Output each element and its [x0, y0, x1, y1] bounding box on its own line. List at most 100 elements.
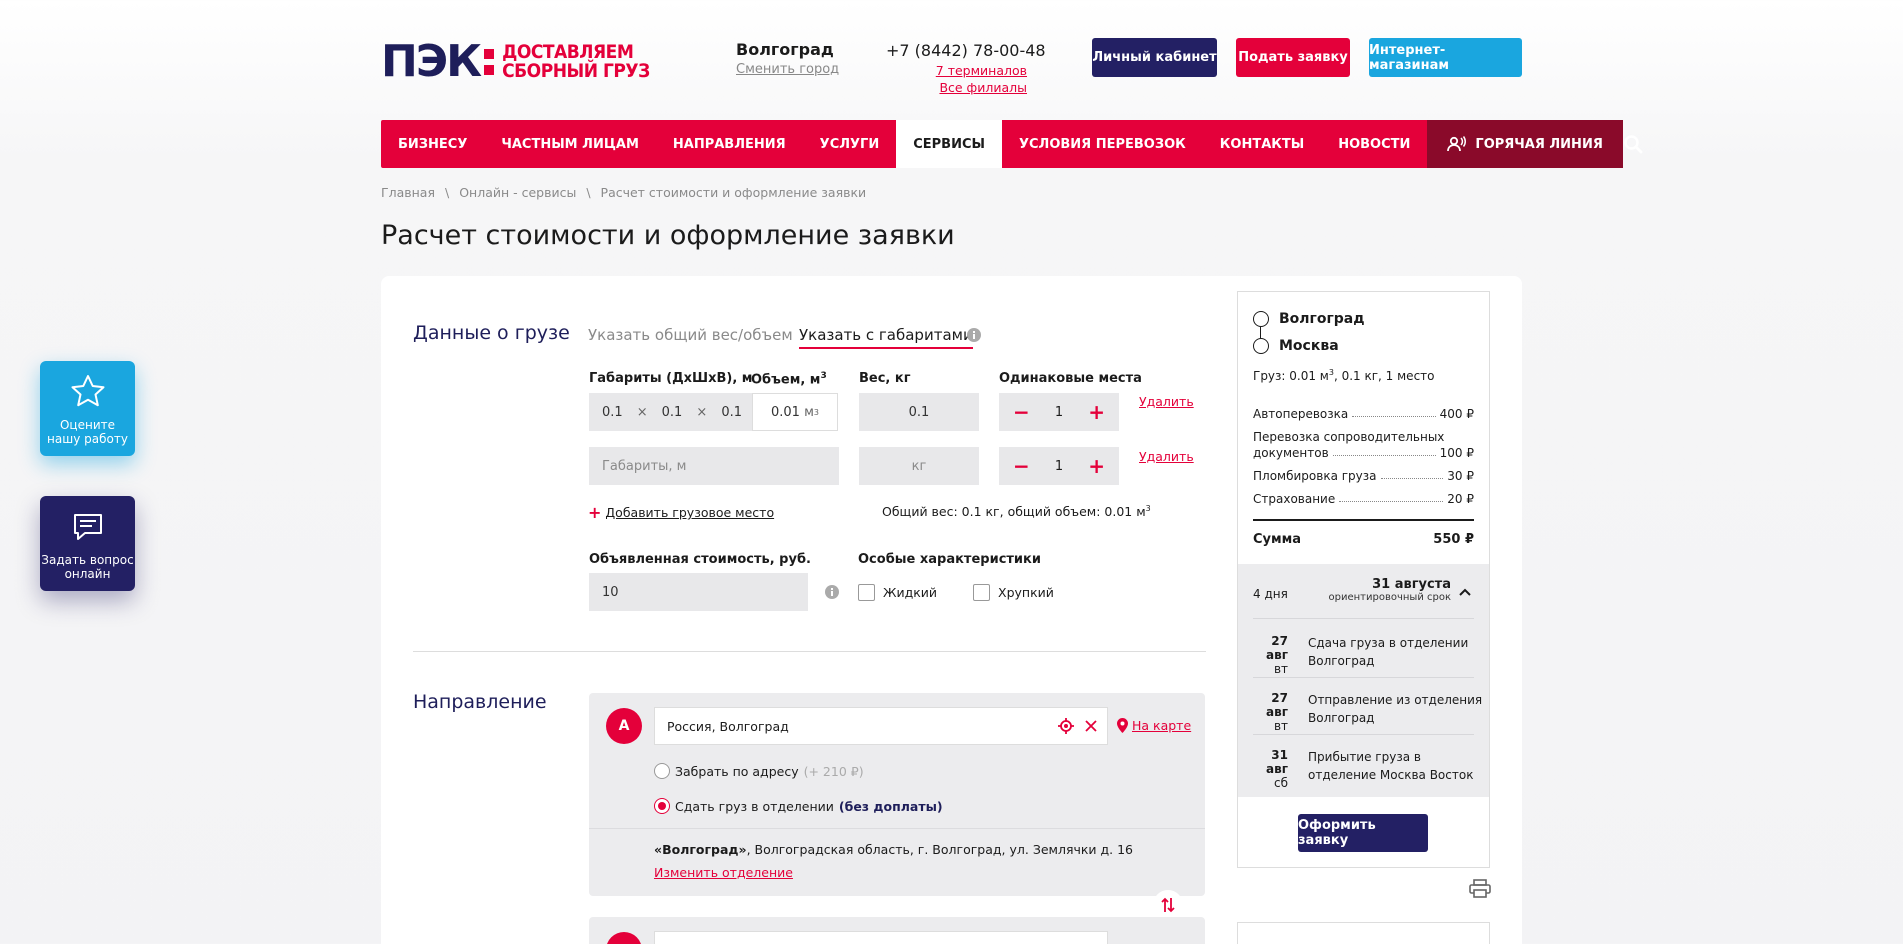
delete-row2-link[interactable]: Удалить: [1139, 449, 1194, 464]
timeline-event: Сдача груза в отделении Волгоград: [1308, 636, 1469, 668]
from-marker: [1253, 311, 1269, 327]
qty-minus-button[interactable]: −: [1013, 402, 1030, 422]
swap-button[interactable]: [1153, 890, 1183, 920]
secondary-panel: [1237, 922, 1490, 944]
tab-dimensions[interactable]: Указать с габаритами: [799, 326, 973, 349]
page-title: Расчет стоимости и оформление заявки: [381, 220, 955, 251]
change-city-link[interactable]: Сменить город: [736, 62, 839, 77]
breadcrumb-home[interactable]: Главная: [381, 185, 435, 200]
timeline-event: Прибытие груза в отделение Москва Восток: [1308, 750, 1474, 782]
phone-number[interactable]: +7 (8442) 78-00-48: [886, 41, 1046, 60]
change-office-link[interactable]: Изменить отделение: [654, 865, 793, 880]
timeline-event: Отправление из отделения Волгоград: [1308, 693, 1483, 725]
info-icon[interactable]: [967, 328, 981, 342]
logo-text: ДОСТАВЛЯЕМ СБОРНЫЙ ГРУЗ: [502, 41, 650, 82]
dims-input-row2[interactable]: Габариты, м: [589, 447, 839, 485]
declared-value-input[interactable]: 10: [589, 573, 808, 611]
city-selector: Волгоград Сменить город: [736, 40, 839, 77]
add-place-button[interactable]: + Добавить грузовое место: [588, 503, 774, 522]
volume-label: Объем, м3: [751, 371, 827, 388]
timeline-date: 27 авг вт: [1266, 691, 1288, 733]
chevron-up-icon[interactable]: [1459, 588, 1471, 596]
branches-link[interactable]: Все филиалы: [886, 80, 1027, 95]
submit-order-button[interactable]: Подать заявку: [1236, 38, 1350, 77]
nav-tools[interactable]: СЕРВИСЫ: [896, 120, 1002, 168]
on-map-link[interactable]: На карте: [1117, 718, 1191, 733]
price-row: документов 100 ₽: [1253, 446, 1474, 460]
weight-input-row2[interactable]: кг: [859, 447, 979, 485]
print-icon[interactable]: [1469, 879, 1491, 899]
delivery-days: 4 дня: [1253, 587, 1288, 601]
dropoff-radio[interactable]: Сдать груз в отделении (без доплаты): [654, 798, 943, 814]
hotline-icon: [1447, 136, 1467, 152]
nav-business[interactable]: БИЗНЕСУ: [381, 120, 484, 168]
star-icon: [71, 375, 104, 407]
tab-total-weight[interactable]: Указать общий вес/объем: [588, 326, 793, 344]
same-places-label: Одинаковые места: [999, 371, 1142, 386]
point-a-badge: A: [606, 708, 642, 744]
terminals-link[interactable]: 7 терминалов: [886, 63, 1027, 78]
pickup-radio[interactable]: Забрать по адресу (+ 210 ₽): [654, 763, 864, 779]
price-row: Страхование 20 ₽: [1253, 492, 1474, 506]
account-button[interactable]: Личный кабинет: [1092, 38, 1217, 77]
divider: [413, 651, 1206, 652]
to-marker: [1253, 338, 1269, 354]
clear-icon[interactable]: [1085, 720, 1097, 732]
info-icon[interactable]: [825, 585, 839, 599]
search-icon: [1624, 135, 1643, 154]
dims-input-row1[interactable]: 0.1 × 0.1 × 0.1: [589, 393, 752, 431]
weight-label: Вес, кг: [859, 371, 911, 386]
map-pin-icon: [1117, 718, 1128, 733]
phone-block: +7 (8442) 78-00-48 7 терминалов Все фили…: [886, 41, 1046, 95]
online-shops-button[interactable]: Интернет-магазинам: [1369, 38, 1522, 77]
breadcrumb-current: Расчет стоимости и оформление заявки: [600, 185, 867, 200]
total-summary: Общий вес: 0.1 кг, общий объем: 0.01 м3: [882, 504, 1151, 520]
nav-directions[interactable]: НАПРАВЛЕНИЯ: [656, 120, 803, 168]
direction-section-title: Направление: [413, 691, 547, 713]
breadcrumb-online-services[interactable]: Онлайн - сервисы: [459, 185, 576, 200]
logo-squares: [484, 49, 495, 75]
destination-address-input[interactable]: [654, 931, 1108, 944]
plus-icon: +: [588, 503, 602, 522]
qty-minus-button[interactable]: −: [1013, 456, 1030, 476]
search-button[interactable]: [1623, 120, 1643, 168]
route-from: Волгоград: [1279, 311, 1365, 327]
route-to: Москва: [1279, 338, 1339, 354]
special-label: Особые характеристики: [858, 552, 1041, 567]
nav-hotline[interactable]: ГОРЯЧАЯ ЛИНИЯ: [1427, 120, 1623, 168]
delete-row1-link[interactable]: Удалить: [1139, 394, 1194, 409]
nav-contacts[interactable]: КОНТАКТЫ: [1203, 120, 1321, 168]
timeline-date: 31 авг сб: [1266, 748, 1288, 790]
timeline-date: 27 авг вт: [1266, 634, 1288, 676]
geolocate-icon[interactable]: [1057, 717, 1075, 735]
logo[interactable]: ПЭК ДОСТАВЛЯЕМ СБОРНЫЙ ГРУЗ: [381, 40, 650, 84]
nav-terms[interactable]: УСЛОВИЯ ПЕРЕВОЗОК: [1002, 120, 1203, 168]
qty-stepper-row1: − 1 +: [999, 393, 1119, 431]
delivery-date: 31 августа ориентировочный срок: [1328, 577, 1451, 603]
breadcrumb: Главная \ Онлайн - сервисы \ Расчет стои…: [381, 185, 867, 200]
total-row: Сумма 550 ₽: [1253, 532, 1474, 547]
ask-question-button[interactable]: Задать вопрос онлайн: [40, 496, 135, 591]
qty-plus-button[interactable]: +: [1088, 456, 1105, 476]
cargo-summary: Груз: 0.01 м3, 0.1 кг, 1 место: [1253, 368, 1435, 383]
origin-address-input[interactable]: Россия, Волгоград: [654, 707, 1108, 745]
liquid-checkbox[interactable]: Жидкий: [858, 584, 937, 601]
price-row: Автоперевозка 400 ₽: [1253, 407, 1474, 421]
nav-news[interactable]: НОВОСТИ: [1321, 120, 1427, 168]
price-row: Пломбировка груза 30 ₽: [1253, 469, 1474, 483]
place-order-button[interactable]: Оформить заявку: [1298, 814, 1428, 852]
qty-plus-button[interactable]: +: [1088, 402, 1105, 422]
swap-icon: [1161, 897, 1175, 913]
city-name: Волгоград: [736, 40, 834, 59]
qty-stepper-row2: − 1 +: [999, 447, 1119, 485]
price-breakdown: Автоперевозка 400 ₽ Перевозка сопроводите…: [1253, 407, 1474, 506]
weight-input-row1[interactable]: 0.1: [859, 393, 979, 431]
volume-input-row1[interactable]: 0.01 м3: [752, 393, 838, 431]
cargo-section-title: Данные о грузе: [413, 322, 570, 344]
dims-label: Габариты (ДхШхВ), м: [589, 371, 753, 386]
office-address: «Волгоград», Волгоградская область, г. В…: [654, 842, 1133, 857]
nav-private[interactable]: ЧАСТНЫМ ЛИЦАМ: [484, 120, 656, 168]
fragile-checkbox[interactable]: Хрупкий: [973, 584, 1054, 601]
nav-services[interactable]: УСЛУГИ: [803, 120, 897, 168]
rate-us-button[interactable]: Оцените нашу работу: [40, 361, 135, 456]
